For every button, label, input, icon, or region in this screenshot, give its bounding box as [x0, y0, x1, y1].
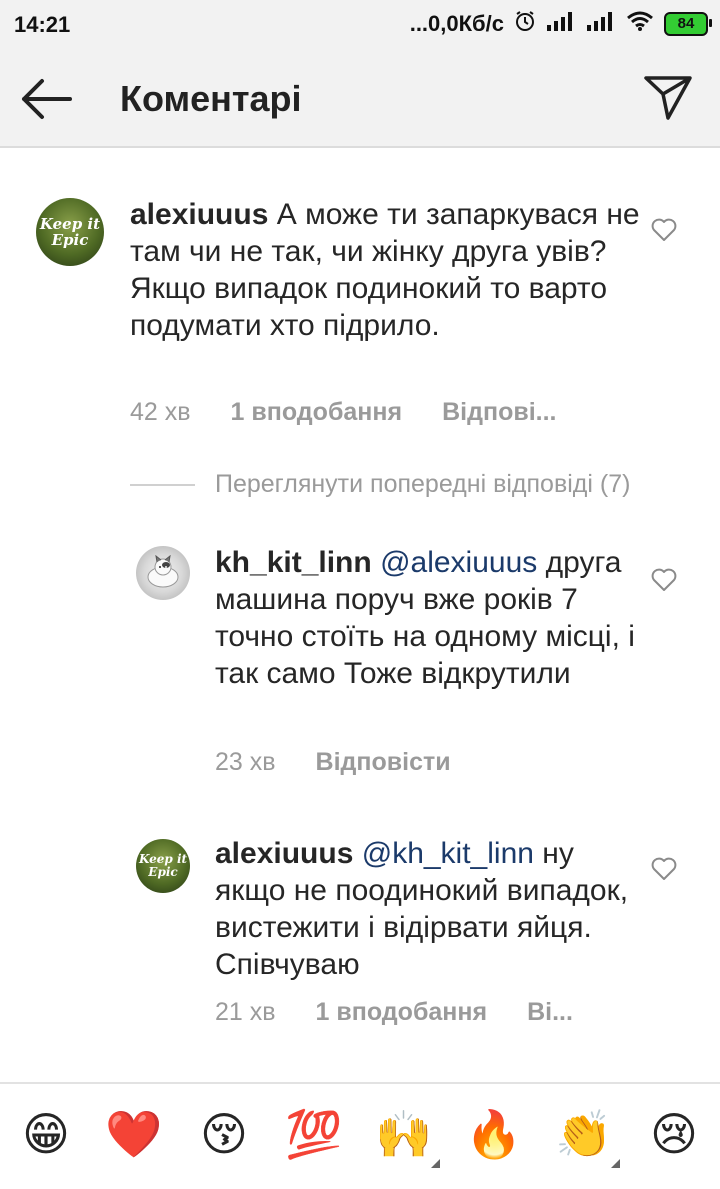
avatar-text: Keep it Epic — [138, 852, 188, 879]
send-button[interactable] — [642, 72, 698, 124]
comment-mention[interactable]: @alexiuuus — [380, 546, 537, 579]
heart-icon — [651, 568, 677, 596]
status-bar: 14:21 ...0,0Кб/с 84 — [0, 0, 720, 52]
network-speed: ...0,0Кб/с — [409, 10, 504, 36]
heart-icon — [651, 218, 677, 246]
likes-count[interactable]: 1 вподобання — [231, 398, 403, 427]
avatar[interactable] — [136, 546, 190, 600]
skin-tone-indicator — [611, 1159, 620, 1168]
avatar[interactable]: Keep it Epic — [136, 839, 190, 893]
grinning-emoji-icon: 😁 — [22, 1108, 70, 1160]
kissing-emoji[interactable]: 😚 — [194, 1104, 254, 1164]
fire-emoji-icon: 🔥 — [465, 1108, 523, 1160]
like-button[interactable] — [651, 218, 677, 242]
reply-button[interactable]: Ві... — [527, 998, 573, 1027]
comment-username[interactable]: alexiuuus — [215, 837, 353, 870]
signal-icon — [546, 10, 576, 37]
send-icon — [642, 76, 694, 126]
header-bar: Коментарі — [0, 52, 720, 148]
cat-avatar-icon — [143, 554, 183, 592]
fire-emoji[interactable]: 🔥 — [464, 1104, 524, 1164]
back-button[interactable] — [18, 76, 78, 122]
comment-meta: 23 хв Відповісти — [215, 748, 491, 777]
heart-icon — [651, 857, 677, 885]
sad-emoji-icon: 😢 — [650, 1108, 698, 1160]
comment-username[interactable]: alexiuuus — [130, 198, 268, 231]
divider-line — [130, 483, 195, 486]
comment-body: kh_kit_linn @alexiuuus друга машина пору… — [215, 544, 635, 692]
skin-tone-indicator — [431, 1159, 440, 1168]
alarm-icon — [514, 10, 536, 37]
likes-count[interactable]: 1 вподобання — [316, 998, 488, 1027]
comment-body: alexiuuus А може ти запаркувася не там ч… — [130, 196, 640, 344]
comment-time: 23 хв — [215, 748, 276, 776]
reply-button[interactable]: Відповісти — [316, 748, 451, 777]
page-title: Коментарі — [120, 78, 302, 119]
heart-emoji[interactable]: ❤️ — [104, 1104, 164, 1164]
battery-indicator: 84 — [664, 11, 712, 36]
avatar-text: Keep it Epic — [39, 215, 101, 249]
signal-icon-2 — [586, 10, 616, 37]
wifi-icon — [626, 10, 654, 37]
comment-meta: 21 хв 1 вподобання Ві... — [215, 998, 613, 1027]
comment-time: 21 хв — [215, 998, 276, 1026]
raised-hands-emoji-icon: 🙌 — [375, 1108, 433, 1160]
like-button[interactable] — [651, 568, 677, 592]
avatar[interactable]: Keep it Epic — [36, 198, 104, 266]
clapping-emoji[interactable]: 👏 — [554, 1104, 620, 1168]
sad-emoji[interactable]: 😢 — [644, 1104, 704, 1164]
status-icons: ...0,0Кб/с 84 — [409, 10, 712, 37]
hundred-emoji[interactable]: 💯 — [284, 1104, 344, 1164]
comment-body: alexiuuus @kh_kit_linn ну якщо не поодин… — [215, 835, 635, 983]
heart-emoji-icon: ❤️ — [105, 1108, 163, 1160]
grinning-emoji[interactable]: 😁 — [16, 1104, 76, 1164]
reply-item: kh_kit_linn @alexiuuus друга машина пору… — [0, 540, 720, 790]
reply-item: Keep it Epic alexiuuus @kh_kit_linn ну я… — [0, 835, 720, 1055]
status-time: 14:21 — [14, 12, 71, 37]
hundred-emoji-icon: 💯 — [285, 1108, 343, 1160]
raised-hands-emoji[interactable]: 🙌 — [374, 1104, 440, 1168]
view-previous-label: Переглянути попередні відповіді (7) — [215, 470, 631, 498]
comment-mention[interactable]: @kh_kit_linn — [362, 837, 534, 870]
arrow-left-icon — [18, 79, 74, 126]
kissing-emoji-icon: 😚 — [200, 1108, 248, 1160]
emoji-quick-bar: 😁 ❤️ 😚 💯 🙌 🔥 👏 😢 — [0, 1082, 720, 1189]
clapping-emoji-icon: 👏 — [555, 1108, 613, 1160]
comment-meta: 42 хв 1 вподобання Відпові... — [130, 398, 597, 427]
comment-time: 42 хв — [130, 398, 191, 426]
comment-username[interactable]: kh_kit_linn — [215, 546, 372, 579]
view-previous-replies[interactable]: Переглянути попередні відповіді (7) — [130, 470, 630, 499]
comment-item: Keep it Epic alexiuuus А може ти запарку… — [0, 190, 720, 440]
reply-button[interactable]: Відпові... — [442, 398, 556, 427]
like-button[interactable] — [651, 857, 677, 881]
